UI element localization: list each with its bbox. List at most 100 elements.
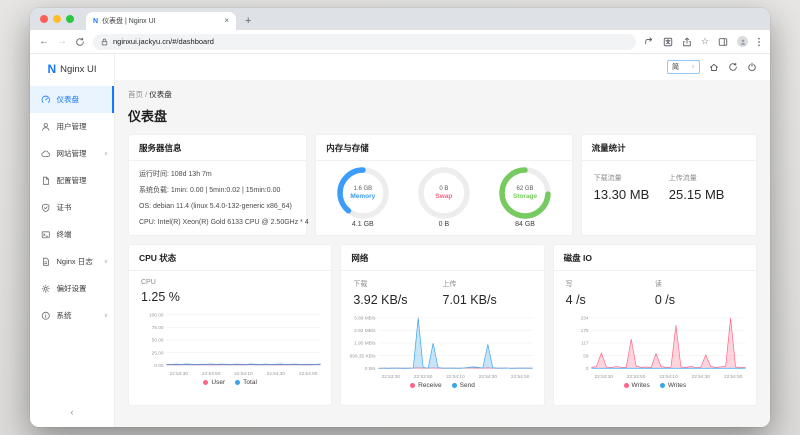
legend-item-user[interactable]: User xyxy=(203,379,225,386)
server-info-lines: 运行时间: 108d 13h 7m系统负载: 1min: 0.00 | 5min… xyxy=(129,161,306,235)
browser-menu-icon[interactable] xyxy=(757,37,761,47)
nginx-ui-app: N Nginx UI 仪表盘用户管理网站管理∨配置管理证书终端Nginx 日志∨… xyxy=(30,54,770,427)
close-window-button[interactable] xyxy=(40,15,48,23)
statistic-label: CPU xyxy=(141,279,319,286)
svg-text:22:53:50: 22:53:50 xyxy=(627,374,646,380)
svg-text:22:54:50: 22:54:50 xyxy=(299,371,318,377)
svg-text:0 B/s: 0 B/s xyxy=(365,366,376,372)
network-legend: Receive Send xyxy=(341,382,543,389)
share-icon[interactable] xyxy=(682,37,692,47)
sidebar-item-file-text[interactable]: Nginx 日志∨ xyxy=(30,248,114,275)
svg-text:1.95 MB/s: 1.95 MB/s xyxy=(354,341,376,347)
translate-icon[interactable] xyxy=(663,37,673,47)
network-chart: 3.89 MB/s2.92 MB/s1.95 MB/s996.35 KB/s0 … xyxy=(341,314,543,381)
cpu-title: CPU 状态 xyxy=(129,245,331,271)
chevron-down-icon: ∨ xyxy=(691,64,695,70)
sidebar-item-user[interactable]: 用户管理 xyxy=(30,113,114,140)
browser-toolbar: ← → nginxui.jackyu.cn/#/dashboard xyxy=(30,30,770,54)
main-area: 简 ∨ 首页 / xyxy=(115,54,770,427)
sidebar-item-certificate[interactable]: 证书 xyxy=(30,194,114,221)
statistic-label: 写 xyxy=(566,279,655,289)
legend-item-total[interactable]: Total xyxy=(235,379,257,386)
legend-item-writes[interactable]: Writes xyxy=(624,382,650,389)
sidebar-item-gear[interactable]: 偏好设置 xyxy=(30,275,114,302)
sidebar: N Nginx UI 仪表盘用户管理网站管理∨ 配置管理证书终端Nginx 日志∨… xyxy=(30,54,115,427)
send-to-device-icon[interactable] xyxy=(644,37,654,47)
svg-text:234: 234 xyxy=(580,315,588,321)
network-title: 网络 xyxy=(341,245,543,271)
cpu-card: CPU 状态 CPU1.25 % 100.0075.0050.0025.000.… xyxy=(128,244,332,406)
statistic-value: 7.01 KB/s xyxy=(443,293,532,307)
dashboard-content: 首页 / 仪表盘 仪表盘 服务器信息 运行时间: 108d 13h 7m系统负载… xyxy=(115,80,770,427)
window-controls xyxy=(40,8,74,30)
browser-tab[interactable]: N 仪表盘 | Nginx UI × xyxy=(86,12,236,30)
traffic-card: 流量统计 下载流量13.30 MB上传流量25.15 MB xyxy=(581,134,757,236)
disk-chart: 23417611759022:53:3022:53:5022:54:1022:5… xyxy=(554,314,756,381)
sidebar-item-info[interactable]: 系统 ∨ xyxy=(30,302,114,329)
profile-avatar[interactable] xyxy=(737,36,748,47)
zoom-window-button[interactable] xyxy=(66,15,74,23)
url-bar[interactable]: nginxui.jackyu.cn/#/dashboard xyxy=(93,34,636,50)
traffic-stats: 下载流量13.30 MB上传流量25.15 MB xyxy=(582,161,756,202)
tab-close-icon[interactable]: × xyxy=(224,17,229,25)
url-text: nginxui.jackyu.cn/#/dashboard xyxy=(113,37,214,46)
sidebar-item-label: 配置管理 xyxy=(57,175,87,186)
legend-item-send[interactable]: Send xyxy=(452,382,475,389)
legend-item-receive[interactable]: Receive xyxy=(410,382,441,389)
reload-icon[interactable] xyxy=(75,37,85,47)
side-panel-icon[interactable] xyxy=(718,37,728,47)
server-info-title: 服务器信息 xyxy=(129,135,306,161)
gear-icon xyxy=(41,284,51,294)
restart-icon[interactable] xyxy=(728,62,738,72)
sidebar-item-file[interactable]: 配置管理 xyxy=(30,167,114,194)
statistic-label: 下载流量 xyxy=(594,173,669,183)
minimize-window-button[interactable] xyxy=(53,15,61,23)
gauge-swap: 0 BSwap0 B xyxy=(418,167,470,228)
svg-text:22:54:50: 22:54:50 xyxy=(724,374,743,380)
breadcrumb-current: 仪表盘 xyxy=(149,90,172,99)
svg-text:0.00: 0.00 xyxy=(154,363,164,369)
svg-text:22:53:30: 22:53:30 xyxy=(382,374,401,380)
language-select[interactable]: 简 ∨ xyxy=(667,60,700,74)
breadcrumb-home[interactable]: 首页 xyxy=(128,90,143,99)
chevron-down-icon: ∨ xyxy=(104,259,108,265)
statistic: 下载流量13.30 MB xyxy=(594,173,669,202)
back-icon[interactable]: ← xyxy=(39,37,49,47)
sidebar-item-terminal[interactable]: 终端 xyxy=(30,221,114,248)
sidebar-collapse-button[interactable]: ‹ xyxy=(30,399,114,427)
statistic: 下载3.92 KB/s xyxy=(353,279,442,307)
tab-title: 仪表盘 | Nginx UI xyxy=(102,16,220,26)
svg-text:75.00: 75.00 xyxy=(152,325,164,331)
disk-stats: 写4 /s读0 /s xyxy=(554,271,756,307)
browser-tab-bar: N 仪表盘 | Nginx UI × + xyxy=(30,8,770,30)
gauge-name: Swap xyxy=(435,193,452,200)
desktop-background: N 仪表盘 | Nginx UI × + ← → nginxui.jackyu.… xyxy=(0,0,800,435)
logout-icon[interactable] xyxy=(747,62,757,72)
sidebar-item-cloud[interactable]: 网站管理∨ xyxy=(30,140,114,167)
memory-storage-title: 内存与存储 xyxy=(316,135,571,161)
statistic-label: 上传 xyxy=(443,279,532,289)
app-logo[interactable]: N Nginx UI xyxy=(30,54,114,84)
page-title: 仪表盘 xyxy=(128,106,757,125)
gauge-used: 0 B xyxy=(439,186,448,192)
disk-legend: Writes Writes xyxy=(554,382,756,389)
home-icon[interactable] xyxy=(709,62,719,72)
sidebar-item-dashboard[interactable]: 仪表盘 xyxy=(30,86,114,113)
svg-text:117: 117 xyxy=(581,341,589,347)
chevron-down-icon: ∨ xyxy=(104,313,108,319)
nginx-ui-favicon: N xyxy=(93,18,98,25)
disk-io-card: 磁盘 IO 写4 /s读0 /s 23417611759022:53:3022:… xyxy=(553,244,757,406)
statistic-label: 下载 xyxy=(353,279,442,289)
browser-window: N 仪表盘 | Nginx UI × + ← → nginxui.jackyu.… xyxy=(30,8,770,427)
svg-text:22:53:30: 22:53:30 xyxy=(170,371,189,377)
gauge-total: 84 GB xyxy=(499,221,551,228)
server-info-line: 运行时间: 108d 13h 7m xyxy=(139,167,296,183)
new-tab-button[interactable]: + xyxy=(245,16,251,27)
memory-storage-gauges: 1.6 GBMemory4.1 GB0 BSwap0 B62 GBStorage… xyxy=(316,161,571,235)
svg-text:3.89 MB/s: 3.89 MB/s xyxy=(354,315,376,321)
legend-item-writes[interactable]: Writes xyxy=(660,382,686,389)
bookmark-star-icon[interactable]: ☆ xyxy=(701,37,709,46)
sidebar-item-label: 证书 xyxy=(57,202,72,213)
sidebar-item-label: 系统 xyxy=(57,310,72,321)
logo-name: Nginx UI xyxy=(60,64,96,75)
